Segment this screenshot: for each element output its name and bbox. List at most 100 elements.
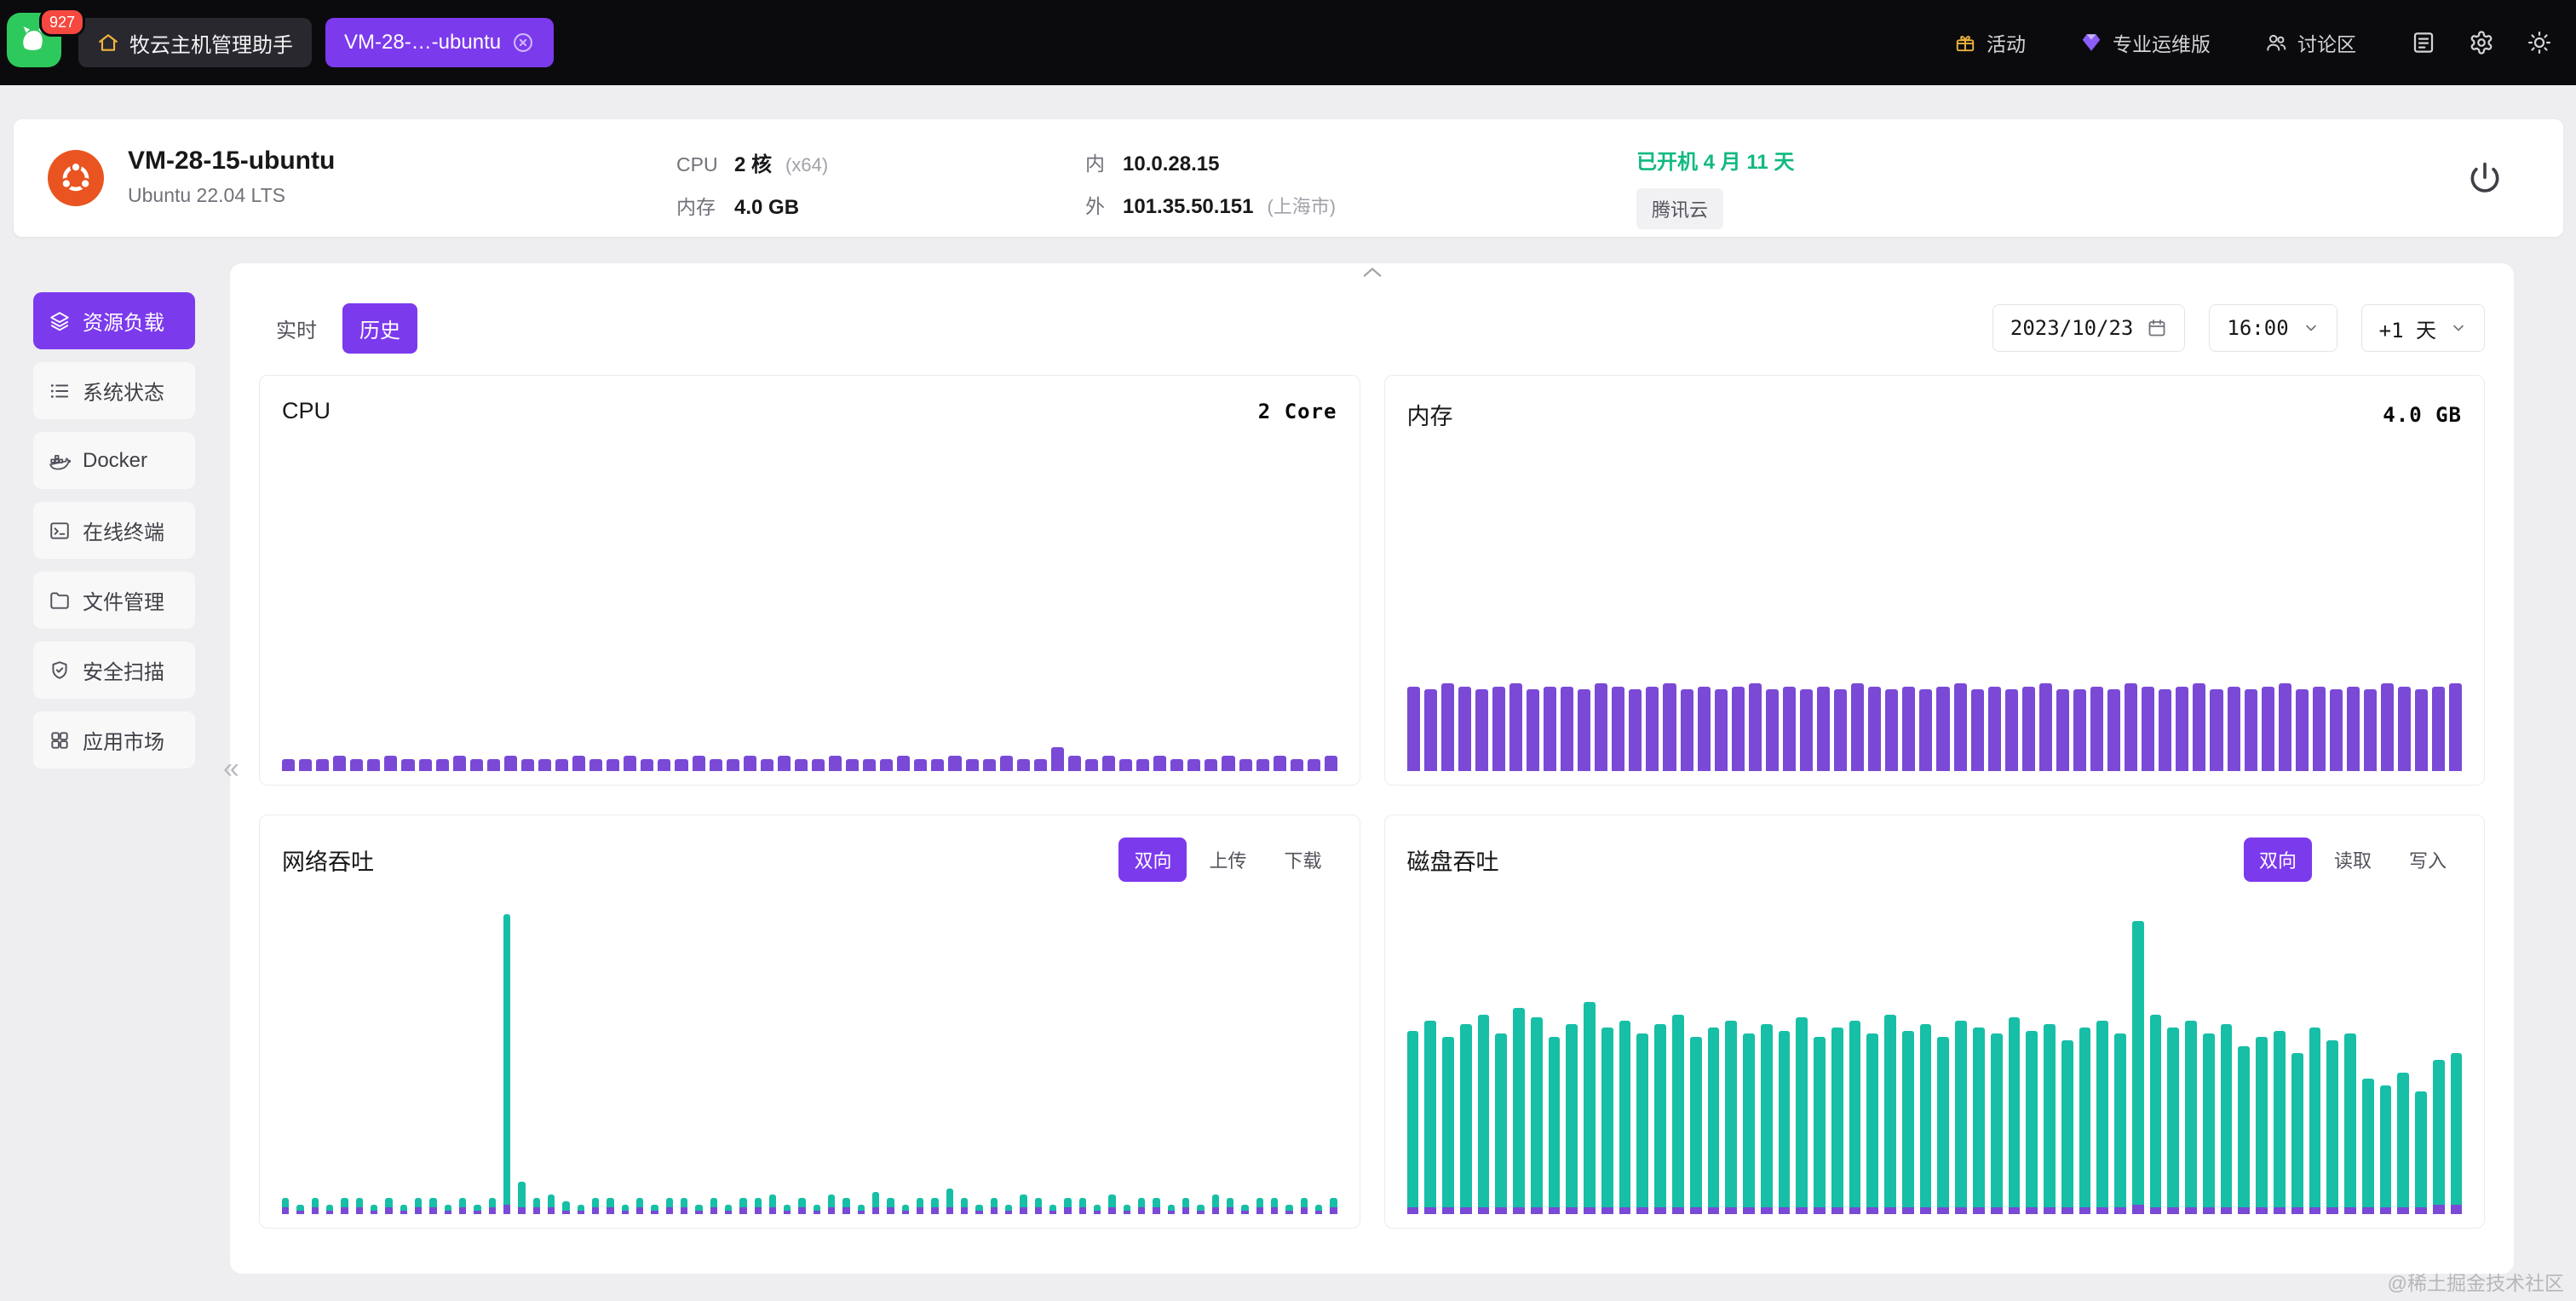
sidebar-item-label: 在线终端 (83, 515, 164, 545)
sidebar-item-terminal[interactable]: 在线终端 (33, 502, 195, 559)
layers-icon (49, 310, 71, 332)
theme-sun-icon[interactable] (2527, 30, 2552, 55)
forum-label: 讨论区 (2297, 28, 2356, 57)
chart-bar (1315, 892, 1322, 1214)
chart-bar (2380, 892, 2392, 1214)
network-both-button[interactable]: 双向 (1118, 838, 1187, 882)
close-icon[interactable] (511, 31, 535, 55)
chart-bar (2079, 892, 2091, 1214)
chart-bar (2309, 892, 2321, 1214)
chart-bar (2022, 469, 2035, 771)
chart-bar (784, 892, 791, 1214)
sidebar-item-security-scan[interactable]: 安全扫描 (33, 642, 195, 699)
chart-bar (761, 469, 773, 771)
topbar-actions: 活动 专业运维版 讨论区 (1954, 28, 2356, 57)
chart-bar (2398, 469, 2411, 771)
chart-bar (1138, 892, 1145, 1214)
chart-bar (533, 892, 540, 1214)
chart-bar (316, 469, 329, 771)
realtime-tab[interactable]: 实时 (259, 303, 334, 354)
chart-bar (983, 469, 996, 771)
chart-bar (371, 892, 377, 1214)
network-upload-button[interactable]: 上传 (1193, 838, 1262, 882)
forum-button[interactable]: 讨论区 (2265, 28, 2356, 57)
sidebar-item-system-status[interactable]: 系统状态 (33, 362, 195, 419)
chart-bar (658, 469, 670, 771)
chart-bar (1034, 469, 1047, 771)
sidebar-item-docker[interactable]: Docker (33, 432, 195, 489)
chart-bar (1761, 892, 1773, 1214)
chart-bar (710, 469, 722, 771)
chart-bar (1064, 892, 1071, 1214)
settings-gear-icon[interactable] (2469, 30, 2494, 55)
activity-button[interactable]: 活动 (1954, 28, 2026, 57)
disk-write-button[interactable]: 写入 (2394, 838, 2462, 882)
chart-bar (1212, 892, 1219, 1214)
range-picker[interactable]: +1 天 (2361, 304, 2485, 352)
chart-bar (1274, 469, 1286, 771)
chart-bar (1291, 469, 1303, 771)
chart-bar (1566, 892, 1578, 1214)
pro-version-button[interactable]: 专业运维版 (2080, 28, 2211, 57)
chart-bar (2096, 892, 2108, 1214)
chart-bar (1222, 469, 1234, 771)
tab-vm-label: VM-28-…-ubuntu (344, 31, 501, 55)
chart-bar (1779, 892, 1791, 1214)
changelog-icon[interactable] (2411, 30, 2436, 55)
chart-bar (282, 469, 295, 771)
date-picker[interactable]: 2023/10/23 (1992, 304, 2186, 352)
chart-bar (2433, 892, 2445, 1214)
chart-bar (2142, 469, 2154, 771)
collapse-header-handle[interactable] (1360, 265, 1384, 279)
chart-bar (1584, 892, 1596, 1214)
chart-bar (350, 469, 363, 771)
sidebar-item-label: 文件管理 (83, 585, 164, 615)
power-button[interactable] (2461, 155, 2509, 203)
activity-label: 活动 (1987, 28, 2026, 57)
tab-home[interactable]: 牧云主机管理助手 (78, 18, 312, 67)
chart-bar (489, 892, 496, 1214)
chart-bar (2125, 469, 2137, 771)
chart-bar (1601, 892, 1613, 1214)
chart-bar (1937, 892, 1949, 1214)
chart-bar (846, 469, 859, 771)
disk-read-button[interactable]: 读取 (2319, 838, 2387, 882)
time-picker[interactable]: 16:00 (2209, 304, 2337, 352)
apps-grid-icon (49, 729, 71, 751)
wan-ip: 101.35.50.151 (1123, 195, 1253, 219)
sidebar-item-label: 安全扫描 (83, 655, 164, 685)
chart-bar (812, 469, 825, 771)
collapse-sidebar-handle[interactable]: « (223, 754, 239, 783)
chart-bar (1531, 892, 1543, 1214)
sidebar-item-resource-load[interactable]: 资源负载 (33, 292, 195, 349)
chart-bar (1698, 469, 1711, 771)
network-download-button[interactable]: 下载 (1268, 838, 1337, 882)
sidebar-item-label: Docker (83, 449, 147, 473)
history-tab[interactable]: 历史 (342, 303, 417, 354)
app-logo[interactable]: 927 (7, 13, 66, 72)
chart-bar (1475, 469, 1488, 771)
sidebar-item-app-market[interactable]: 应用市场 (33, 711, 195, 769)
disk-both-button[interactable]: 双向 (2244, 838, 2312, 882)
chart-bar (1035, 892, 1042, 1214)
chart-bar (2107, 469, 2120, 771)
chart-bar (282, 892, 289, 1214)
chart-bar (666, 892, 673, 1214)
chart-bar (1783, 469, 1796, 771)
chart-bar (578, 892, 584, 1214)
chart-bar (1119, 469, 1132, 771)
chart-bar (2132, 892, 2144, 1214)
tab-vm[interactable]: VM-28-…-ubuntu (325, 18, 554, 67)
chart-bar (2415, 469, 2428, 771)
chart-bar (1902, 892, 1914, 1214)
chart-bar (1561, 469, 1573, 771)
chart-bar (2150, 892, 2162, 1214)
chart-bar (1407, 469, 1420, 771)
chart-bar (429, 892, 436, 1214)
chart-bar (744, 469, 756, 771)
cpu-label: CPU (676, 153, 721, 176)
chart-bar (814, 892, 820, 1214)
chart-bar (2347, 469, 2360, 771)
chart-bar (1020, 892, 1026, 1214)
sidebar-item-files[interactable]: 文件管理 (33, 572, 195, 629)
